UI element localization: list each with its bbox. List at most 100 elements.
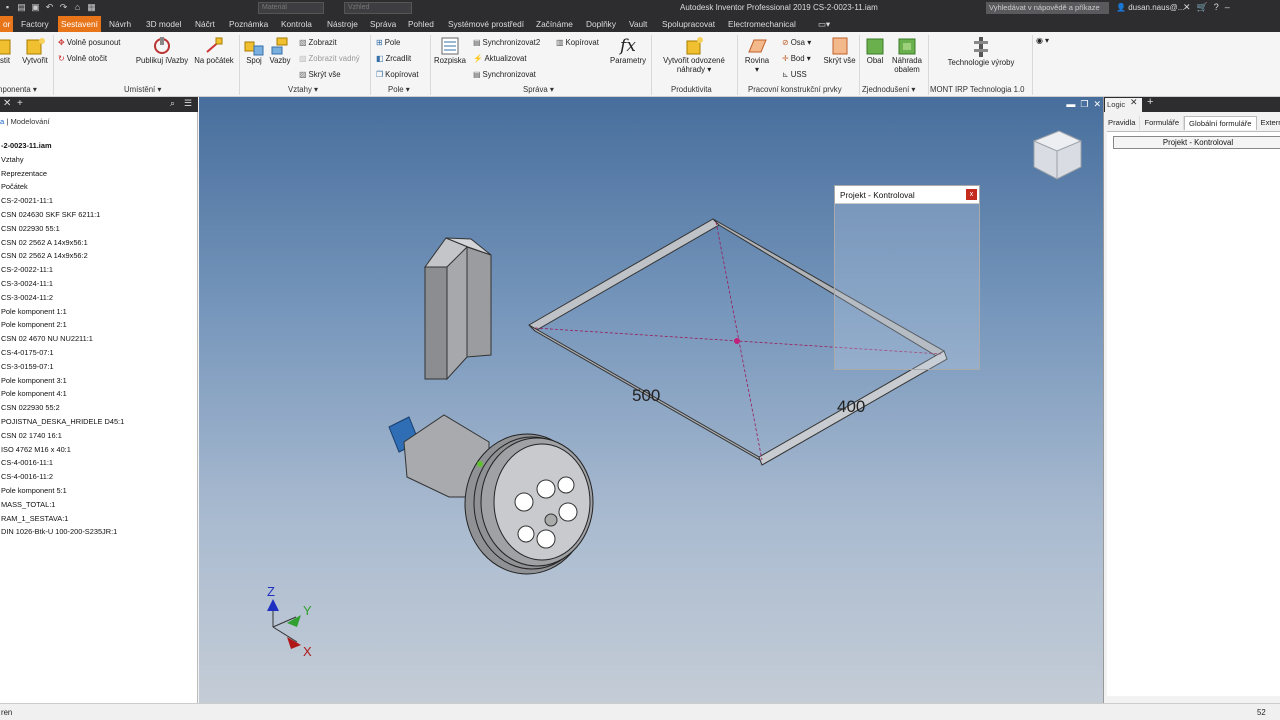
create-component-button[interactable]: Vytvořit: [19, 36, 51, 65]
cart-icon[interactable]: 🛒: [1197, 2, 1208, 13]
close-icon[interactable]: ✕: [3, 98, 11, 109]
browser-tree-item[interactable]: Reprezentace: [1, 167, 124, 181]
form-dialog-header[interactable]: Projekt - Kontroloval x: [835, 186, 979, 204]
manufacturing-technology-button[interactable]: Technologie výroby: [938, 36, 1024, 67]
tab-systemove-prostredi[interactable]: Systémové prostředí: [445, 16, 527, 32]
browser-tree-item[interactable]: CS-3-0024-11:1: [1, 277, 124, 291]
viewcube-icon[interactable]: [1032, 130, 1083, 180]
undo-icon[interactable]: ↶: [44, 2, 55, 13]
u-channel-part[interactable]: [424, 237, 492, 381]
update-button[interactable]: ⚡ Aktualizovat: [473, 54, 527, 63]
browser-tree-item[interactable]: CS-2-0022-11:1: [1, 263, 124, 277]
browser-tree-item[interactable]: CSN 02 2562 A 14x9x56:2: [1, 249, 124, 263]
copy-design-button[interactable]: ▥ Kopírovat: [556, 38, 599, 47]
browser-tree-item[interactable]: Počátek: [1, 180, 124, 194]
home-icon[interactable]: ⌂: [72, 2, 83, 13]
parameters-button[interactable]: fx Parametry: [608, 36, 648, 65]
roller-assembly-part[interactable]: [388, 414, 594, 575]
free-move-button[interactable]: ✥ Volně posunout: [58, 38, 120, 47]
envelope-button[interactable]: Obal: [862, 36, 888, 65]
exchange-icon[interactable]: ✕: [1183, 2, 1191, 13]
browser-tree-item[interactable]: CSN 022930 55:2: [1, 401, 124, 415]
ribbon-options-button[interactable]: ◉ ▾: [1036, 36, 1049, 45]
minimize-icon[interactable]: –: [1225, 2, 1230, 13]
browser-tree-item[interactable]: POJISTNA_DESKA_HRIDELE D45:1: [1, 415, 124, 429]
browser-tree-item[interactable]: RAM_1_SESTAVA:1: [1, 512, 124, 526]
tab-electromechanical[interactable]: Electromechanical: [725, 16, 799, 32]
tab-nacrt[interactable]: Náčrt: [192, 16, 218, 32]
publish-ivazby-button[interactable]: Publikuj iVazby: [133, 36, 191, 65]
redo-icon[interactable]: ↷: [58, 2, 69, 13]
panel-pole-label[interactable]: Pole ▾: [388, 85, 410, 94]
browser-tree-item[interactable]: DIN 1026-Btk-U 100-200-S235JR:1: [1, 525, 124, 539]
graphics-viewport[interactable]: ▬ ❐ ✕ 500 400 Z Y X Projekt - Kontrolova…: [199, 97, 1103, 703]
free-rotate-button[interactable]: ↻ Volně otočit: [58, 54, 107, 63]
constrain-button[interactable]: Vazby: [268, 36, 292, 65]
tab-doplnky[interactable]: Doplňky: [583, 16, 619, 32]
tab-or[interactable]: or: [0, 16, 14, 32]
panel-sprava-label[interactable]: Správa ▾: [523, 85, 554, 94]
browser-tree-item[interactable]: Pole komponent 3:1: [1, 374, 124, 388]
panel-umisteni-label[interactable]: Umístění ▾: [124, 85, 161, 94]
subtab-formulare[interactable]: Formuláře: [1140, 116, 1185, 130]
tab-sprava[interactable]: Správa: [367, 16, 399, 32]
browser-tree-item[interactable]: CS-3-0024-11:2: [1, 291, 124, 305]
panel-zjednoduseni-label[interactable]: Zjednodušení ▾: [862, 85, 915, 94]
user-account[interactable]: 👤 dusan.naus@...: [1116, 3, 1184, 12]
tab-kontrola[interactable]: Kontrola: [278, 16, 315, 32]
browser-tree-item[interactable]: CS-4-0175-07:1: [1, 346, 124, 360]
subtab-externi[interactable]: Externí p: [1257, 116, 1280, 130]
browser-tree-item[interactable]: Pole komponent 2:1: [1, 318, 124, 332]
browser-tree-item[interactable]: CS-4-0016-11:1: [1, 456, 124, 470]
close-ilogic-icon[interactable]: ✕: [1130, 97, 1138, 108]
plane-button[interactable]: Rovina ▾: [742, 36, 772, 74]
bom-button[interactable]: Rozpiska: [433, 36, 467, 65]
close-dialog-button[interactable]: x: [966, 189, 977, 200]
tab-nastroje[interactable]: Nástroje: [324, 16, 361, 32]
add-tab-icon[interactable]: +: [17, 98, 23, 109]
joint-button[interactable]: Spoj: [242, 36, 266, 65]
derived-substitute-button[interactable]: Vytvořit odvozené náhrady ▾: [656, 36, 732, 74]
browser-tree-item[interactable]: Pole komponent 5:1: [1, 484, 124, 498]
browser-tree-item[interactable]: CSN 022930 55:1: [1, 222, 124, 236]
browser-tree-item[interactable]: CSN 02 1740 16:1: [1, 429, 124, 443]
help-search-input[interactable]: Vyhledávat v nápovědě a příkaze: [986, 2, 1109, 14]
form-projekt-kontroloval-button[interactable]: Projekt - Kontroloval: [1113, 136, 1280, 149]
hide-all-button[interactable]: ▨ Skrýt vše: [299, 70, 341, 79]
tab-vault[interactable]: Vault: [626, 16, 650, 32]
subtab-pravidla[interactable]: Pravidla: [1104, 116, 1141, 130]
menu-icon[interactable]: ☰: [184, 98, 192, 109]
browser-tree-item[interactable]: CSN 024630 SKF SKF 6211:1: [1, 208, 124, 222]
new-icon[interactable]: ▪: [2, 2, 13, 13]
browser-root-assembly[interactable]: -2-0023-11.iam: [1, 139, 124, 153]
to-origin-button[interactable]: Na počátek: [191, 36, 237, 65]
tab-spolupracovat[interactable]: Spolupracovat: [659, 16, 718, 32]
panel-komponenta-label[interactable]: mponenta ▾: [0, 85, 37, 94]
place-button[interactable]: stit: [0, 36, 12, 65]
browser-tree-item[interactable]: CSN 02 4670 NU NU2211:1: [1, 332, 124, 346]
synchronize-button[interactable]: ▤ Synchronizovat: [473, 70, 536, 79]
synchronize2-button[interactable]: ▤ Synchronizovat2: [473, 38, 540, 47]
browser-tree-item[interactable]: CSN 02 2562 A 14x9x56:1: [1, 236, 124, 250]
browser-tree-item[interactable]: CS-3-0159-07:1: [1, 360, 124, 374]
browser-tree-item[interactable]: MASS_TOTAL:1: [1, 498, 124, 512]
tab-zaciname[interactable]: Začínáme: [533, 16, 576, 32]
browser-tree-item[interactable]: Pole komponent 1:1: [1, 305, 124, 319]
material-combo[interactable]: Materiál: [258, 2, 324, 14]
add-ilogic-tab-icon[interactable]: +: [1147, 96, 1153, 108]
panel-toggle-icon[interactable]: ▭▾: [815, 16, 833, 32]
search-icon[interactable]: ⌕: [170, 98, 175, 109]
panel-prvky-label[interactable]: Pracovní konstrukční prvky: [748, 85, 842, 94]
tab-poznamka[interactable]: Poznámka: [226, 16, 271, 32]
browser-tree-item[interactable]: Pole komponent 4:1: [1, 387, 124, 401]
save-icon[interactable]: ▣: [30, 2, 41, 13]
help-icon[interactable]: ?: [1214, 2, 1219, 13]
tab-sestaveni[interactable]: Sestavení: [58, 16, 101, 32]
mirror-button[interactable]: ◧ Zrcadlit: [376, 54, 411, 63]
shrinkwrap-button[interactable]: Náhrada obalem: [888, 36, 926, 74]
tab-pohled[interactable]: Pohled: [405, 16, 437, 32]
breadcrumb-link[interactable]: a: [0, 117, 4, 126]
appearance-combo[interactable]: Vzhled: [344, 2, 412, 14]
tab-3d-model[interactable]: 3D model: [143, 16, 185, 32]
dimension-500[interactable]: 500: [632, 386, 660, 405]
